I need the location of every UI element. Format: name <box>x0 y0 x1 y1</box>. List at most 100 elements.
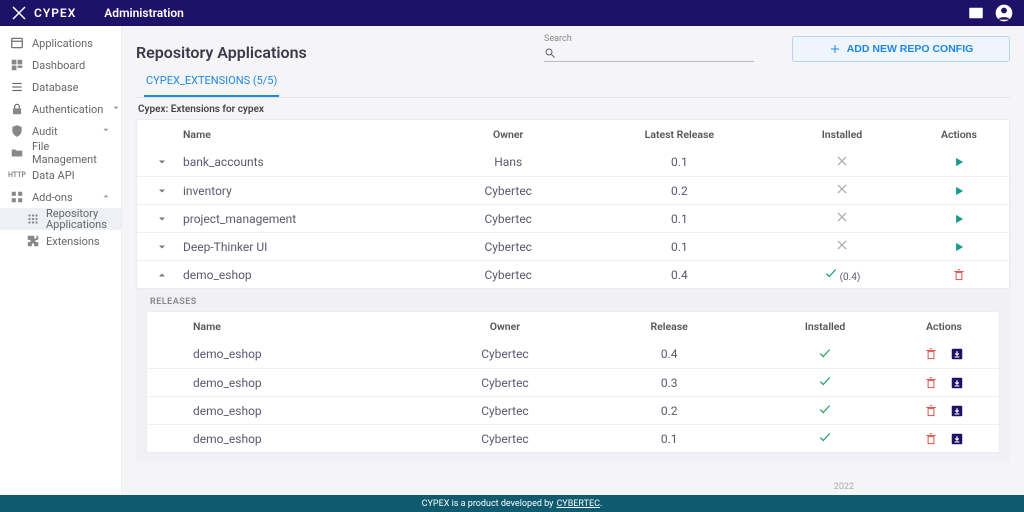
sidebar-item-data-api[interactable]: HTTPData API <box>0 164 121 186</box>
cell-name: demo_eshop <box>187 376 423 390</box>
sidebar-item-dashboard[interactable]: Dashboard <box>0 54 121 76</box>
search-input[interactable] <box>556 47 754 59</box>
expand-toggle-icon[interactable] <box>156 241 168 253</box>
brand-logo[interactable]: CYPEX <box>10 4 76 22</box>
main-content: Repository Applications Search ADD NEW R… <box>122 26 1024 512</box>
check-icon <box>818 374 832 388</box>
cell-installed <box>765 182 919 199</box>
run-icon[interactable] <box>952 184 966 198</box>
releases-table: Name Owner Release Installed Actions dem… <box>146 311 1000 453</box>
col-owner: Owner <box>423 128 594 141</box>
sidebar-item-label: File Management <box>32 140 111 166</box>
sidebar-item-addons[interactable]: Add-ons <box>0 186 121 208</box>
stack-icon <box>10 80 24 94</box>
apps-icon <box>26 212 40 226</box>
expand-toggle-icon[interactable] <box>156 156 168 168</box>
logo-icon <box>10 4 28 22</box>
sidebar-item-database[interactable]: Database <box>0 76 121 98</box>
delete-icon[interactable] <box>924 404 938 418</box>
cell-name: Deep-Thinker UI <box>177 240 423 254</box>
grid-icon <box>10 58 24 72</box>
x-icon <box>835 210 849 224</box>
footer-link[interactable]: CYBERTEC <box>556 499 600 509</box>
run-icon[interactable] <box>952 155 966 169</box>
cell-owner: Cybertec <box>423 240 594 254</box>
cell-owner: Cybertec <box>423 404 587 418</box>
run-icon[interactable] <box>952 212 966 226</box>
cell-name: project_management <box>177 212 423 226</box>
x-icon <box>835 238 849 252</box>
tab-cypex-extensions[interactable]: CYPEX_EXTENSIONS (5/5) <box>144 68 279 97</box>
cell-name: demo_eshop <box>187 432 423 446</box>
expand-toggle-icon[interactable] <box>156 213 168 225</box>
cell-installed <box>751 402 899 419</box>
delete-icon[interactable] <box>924 432 938 446</box>
delete-icon[interactable] <box>924 376 938 390</box>
sidebar-subitem-extensions[interactable]: Extensions <box>0 230 121 252</box>
footer: CYPEX is a product developed by CYBERTEC… <box>0 495 1024 512</box>
cell-owner: Cybertec <box>423 184 594 198</box>
install-icon[interactable] <box>950 432 964 446</box>
cell-release: 0.4 <box>587 347 751 361</box>
footer-year: 2022 <box>834 482 854 492</box>
cell-latest: 0.1 <box>594 212 765 226</box>
col-name: Name <box>177 128 423 141</box>
sidebar-item-file-management[interactable]: File Management <box>0 142 121 164</box>
sidebar-item-label: Dashboard <box>32 59 111 72</box>
sidebar-subitem-repo-apps[interactable]: Repository Applications <box>0 208 121 230</box>
delete-icon[interactable] <box>924 347 938 361</box>
install-icon[interactable] <box>950 404 964 418</box>
cell-name: bank_accounts <box>177 155 423 169</box>
cell-installed: (0.4) <box>765 266 919 283</box>
addons-icon <box>10 190 24 204</box>
account-icon[interactable] <box>994 3 1014 23</box>
cell-latest: 0.1 <box>594 240 765 254</box>
check-icon <box>824 266 838 280</box>
shield-icon <box>10 124 24 138</box>
x-icon <box>835 182 849 196</box>
sidebar-item-label: Database <box>32 81 111 94</box>
sidebar-subitem-label: Repository Applications <box>46 208 111 230</box>
puzzle-icon <box>26 234 40 248</box>
install-icon[interactable] <box>950 376 964 390</box>
cell-installed <box>751 374 899 391</box>
image-upload-icon[interactable] <box>966 3 986 23</box>
run-icon[interactable] <box>952 240 966 254</box>
check-icon <box>818 346 832 360</box>
topbar: CYPEX Administration <box>0 0 1024 26</box>
footer-trailing: . <box>600 499 602 509</box>
tabs: CYPEX_EXTENSIONS (5/5) <box>136 68 1010 98</box>
expand-toggle-icon[interactable] <box>156 269 168 281</box>
install-icon[interactable] <box>950 347 964 361</box>
table-caption: Cypex: Extensions for cypex <box>136 98 1010 119</box>
search-label: Search <box>544 34 754 44</box>
cell-installed <box>751 430 899 447</box>
sidebar-item-authentication[interactable]: Authentication <box>0 98 121 120</box>
sidebar: Applications Dashboard Database Authenticat… <box>0 26 122 512</box>
cell-name: demo_eshop <box>187 347 423 361</box>
rel-col-owner: Owner <box>423 320 587 333</box>
release-row: demo_eshopCybertec0.2 <box>147 396 999 424</box>
table-row: bank_accountsHans0.1 <box>137 148 1009 176</box>
expand-toggle-icon[interactable] <box>156 185 168 197</box>
search-field[interactable] <box>544 44 754 62</box>
cell-release: 0.1 <box>587 432 751 446</box>
sidebar-item-applications[interactable]: Applications <box>0 32 121 54</box>
cell-installed <box>765 238 919 255</box>
col-installed: Installed <box>765 128 919 141</box>
window-icon <box>10 36 24 50</box>
col-latest-release: Latest Release <box>594 128 765 141</box>
delete-icon[interactable] <box>952 268 966 282</box>
cell-owner: Cybertec <box>423 432 587 446</box>
sidebar-item-audit[interactable]: Audit <box>0 120 121 142</box>
lock-icon <box>10 102 24 116</box>
releases-label: RELEASES <box>146 293 1000 311</box>
add-repo-config-button[interactable]: ADD NEW REPO CONFIG <box>792 36 1010 62</box>
cell-latest: 0.4 <box>594 268 765 282</box>
http-icon: HTTP <box>10 168 24 182</box>
cell-latest: 0.1 <box>594 155 765 169</box>
chevron-down-icon <box>101 124 111 138</box>
sidebar-item-label: Authentication <box>32 103 103 116</box>
sidebar-item-label: Applications <box>32 37 111 50</box>
table-row: inventoryCybertec0.2 <box>137 176 1009 204</box>
